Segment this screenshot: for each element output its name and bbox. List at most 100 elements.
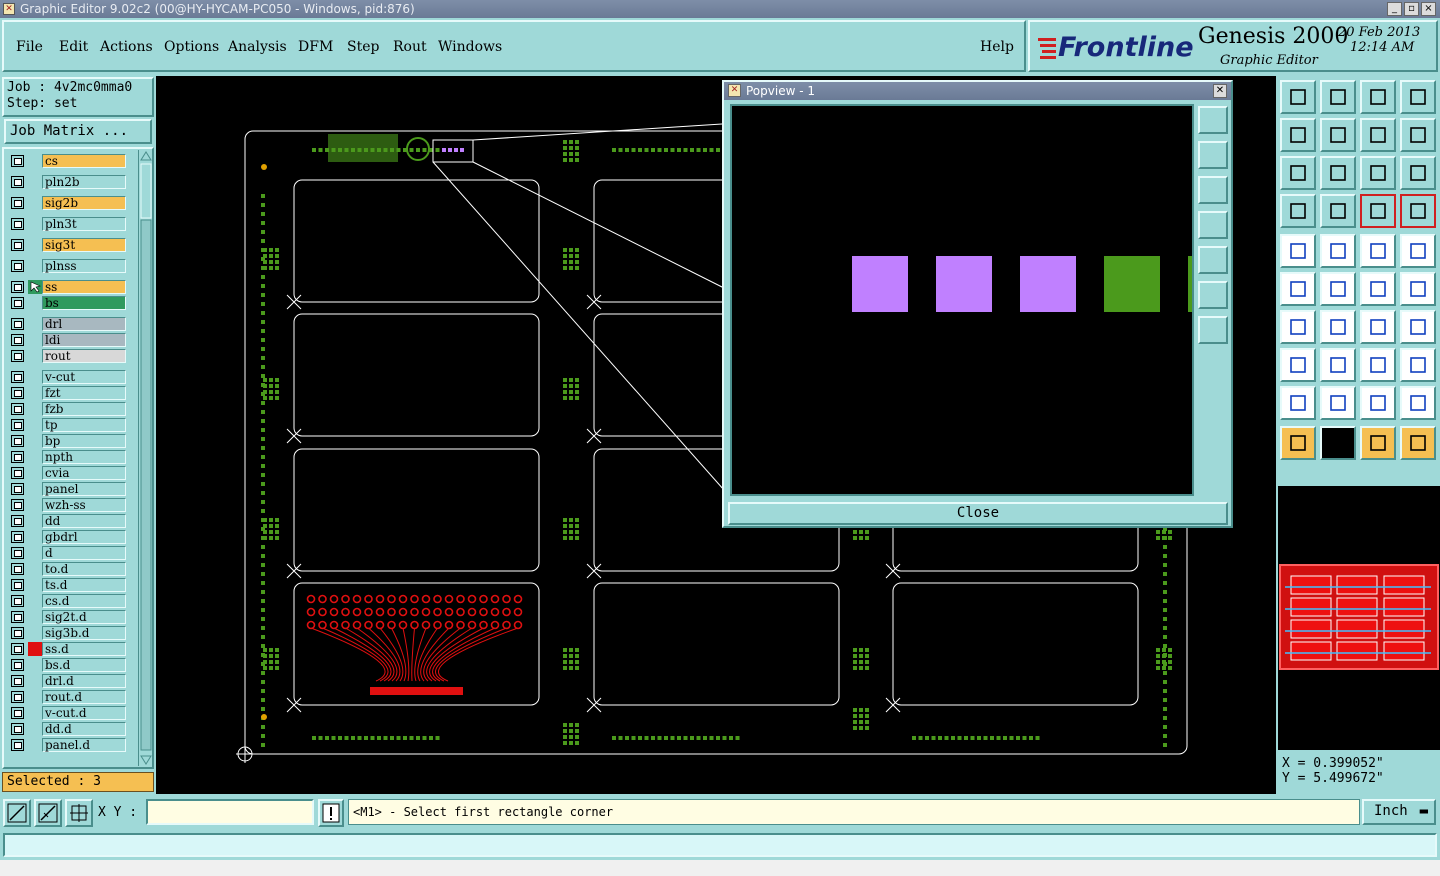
- layer-checkbox[interactable]: [11, 318, 24, 330]
- add-pad-button[interactable]: [1280, 234, 1316, 268]
- layer-checkbox[interactable]: [11, 197, 24, 209]
- copy-pad-button[interactable]: [1400, 348, 1436, 382]
- split-view-button[interactable]: [1400, 80, 1436, 114]
- layer-row-v-cut[interactable]: v-cut: [8, 370, 128, 384]
- layer-row-wzh-ss[interactable]: wzh-ss: [8, 498, 128, 512]
- layer-checkbox[interactable]: [11, 297, 24, 309]
- layer-list-scrollbar[interactable]: [138, 150, 152, 766]
- layer-row-sig3b.d[interactable]: sig3b.d: [8, 626, 128, 640]
- layer-checkbox[interactable]: [11, 218, 24, 230]
- layer-checkbox[interactable]: [11, 176, 24, 188]
- fit-all-button[interactable]: [1280, 156, 1316, 190]
- undo-button[interactable]: [1360, 118, 1396, 152]
- layer-row-sig2b[interactable]: sig2b: [8, 196, 128, 210]
- layer-checkbox[interactable]: [11, 739, 24, 751]
- layer-checkbox[interactable]: [11, 563, 24, 575]
- panel-overview-map[interactable]: [1279, 564, 1439, 670]
- triangle-a-button[interactable]: [1320, 386, 1356, 420]
- layer-checkbox[interactable]: [11, 643, 24, 655]
- cut-line-button[interactable]: [1320, 348, 1356, 382]
- fill-pad-button[interactable]: [1400, 234, 1436, 268]
- layer-checkbox[interactable]: [11, 155, 24, 167]
- grid-toggle-button[interactable]: [65, 799, 93, 827]
- layer-row-panel[interactable]: panel: [8, 482, 128, 496]
- popview-zoom-out-button[interactable]: [1198, 316, 1228, 344]
- layer-row-gbdrl[interactable]: gbdrl: [8, 530, 128, 544]
- layer-row-dd.d[interactable]: dd.d: [8, 722, 128, 736]
- layer-row-drl.d[interactable]: drl.d: [8, 674, 128, 688]
- menu-actions[interactable]: Actions: [100, 39, 153, 55]
- layer-checkbox[interactable]: [11, 691, 24, 703]
- layer-checkbox[interactable]: [11, 723, 24, 735]
- layer-row-pln3t[interactable]: pln3t: [8, 217, 128, 231]
- alert-icon[interactable]: [318, 799, 344, 827]
- layer-checkbox[interactable]: [11, 371, 24, 383]
- layer-checkbox[interactable]: [11, 403, 24, 415]
- layer-row-bs[interactable]: bs: [8, 296, 128, 310]
- menu-edit[interactable]: Edit: [59, 39, 88, 55]
- add-shape-button[interactable]: [1320, 234, 1356, 268]
- layer-row-rout.d[interactable]: rout.d: [8, 690, 128, 704]
- layer-row-v-cut.d[interactable]: v-cut.d: [8, 706, 128, 720]
- xy-input[interactable]: [146, 799, 314, 825]
- layer-row-ss.d[interactable]: ss.d: [8, 642, 128, 656]
- layer-checkbox[interactable]: [11, 281, 24, 293]
- layer-row-to.d[interactable]: to.d: [8, 562, 128, 576]
- popview-viewport[interactable]: [730, 104, 1194, 496]
- home-view-button[interactable]: [1360, 80, 1396, 114]
- add-line-button[interactable]: [1320, 310, 1356, 344]
- layer-checkbox[interactable]: [11, 419, 24, 431]
- fit-center-button[interactable]: [1320, 156, 1356, 190]
- layer-row-pln2b[interactable]: pln2b: [8, 175, 128, 189]
- layer-row-panel.d[interactable]: panel.d: [8, 738, 128, 752]
- snap-mode-button[interactable]: [3, 799, 31, 827]
- layer-checkbox[interactable]: [11, 451, 24, 463]
- triangle-c-button[interactable]: [1400, 386, 1436, 420]
- layer-row-cs.d[interactable]: cs.d: [8, 594, 128, 608]
- settings-button[interactable]: [1280, 194, 1316, 228]
- layer-checkbox[interactable]: [11, 260, 24, 272]
- layer-row-ss[interactable]: ss: [8, 280, 128, 294]
- triangle-button[interactable]: [1280, 386, 1316, 420]
- layer-checkbox[interactable]: [11, 531, 24, 543]
- layer-checkbox[interactable]: [11, 350, 24, 362]
- move-to-top-button[interactable]: [1280, 80, 1316, 114]
- measure-mode-button[interactable]: [34, 799, 62, 827]
- job-matrix-button[interactable]: Job Matrix ...: [4, 119, 152, 144]
- popview-pan-up-button[interactable]: [1198, 141, 1228, 169]
- snap-point-button[interactable]: [1320, 194, 1356, 228]
- help-query-button[interactable]: [1400, 156, 1436, 190]
- menu-options[interactable]: Options: [164, 39, 219, 55]
- add-line-node-button[interactable]: [1360, 272, 1396, 306]
- route-button[interactable]: [1400, 426, 1436, 460]
- popview-close-button[interactable]: Close: [728, 502, 1228, 525]
- add-arc-button[interactable]: [1360, 310, 1396, 344]
- layer-checkbox[interactable]: [11, 435, 24, 447]
- menu-file[interactable]: File: [16, 39, 43, 55]
- menu-analysis[interactable]: Analysis: [228, 39, 287, 55]
- layer-row-sig2t.d[interactable]: sig2t.d: [8, 610, 128, 624]
- move-left-button[interactable]: [1280, 118, 1316, 152]
- layer-checkbox[interactable]: [11, 707, 24, 719]
- triangle-b-button[interactable]: [1360, 386, 1396, 420]
- layer-row-dd[interactable]: dd: [8, 514, 128, 528]
- edit-node-button[interactable]: [1400, 272, 1436, 306]
- layer-row-ts.d[interactable]: ts.d: [8, 578, 128, 592]
- layer-row-cvia[interactable]: cvia: [8, 466, 128, 480]
- layer-row-ldi[interactable]: ldi: [8, 333, 128, 347]
- layer-checkbox[interactable]: [11, 547, 24, 559]
- array-button[interactable]: [1360, 348, 1396, 382]
- layer-checkbox[interactable]: [11, 334, 24, 346]
- connect-net-button[interactable]: [1360, 194, 1396, 228]
- layer-checkbox[interactable]: [11, 627, 24, 639]
- select-marked-button[interactable]: [1360, 426, 1396, 460]
- layer-row-d[interactable]: d: [8, 546, 128, 560]
- popview-zoom-window-button[interactable]: [1198, 106, 1228, 134]
- layer-checkbox[interactable]: [11, 579, 24, 591]
- layer-row-tp[interactable]: tp: [8, 418, 128, 432]
- move-to-bottom-button[interactable]: [1320, 80, 1356, 114]
- zoom-1-2-button[interactable]: [1360, 156, 1396, 190]
- layer-checkbox[interactable]: [11, 499, 24, 511]
- layer-checkbox[interactable]: [11, 515, 24, 527]
- ruler-button[interactable]: [1360, 234, 1396, 268]
